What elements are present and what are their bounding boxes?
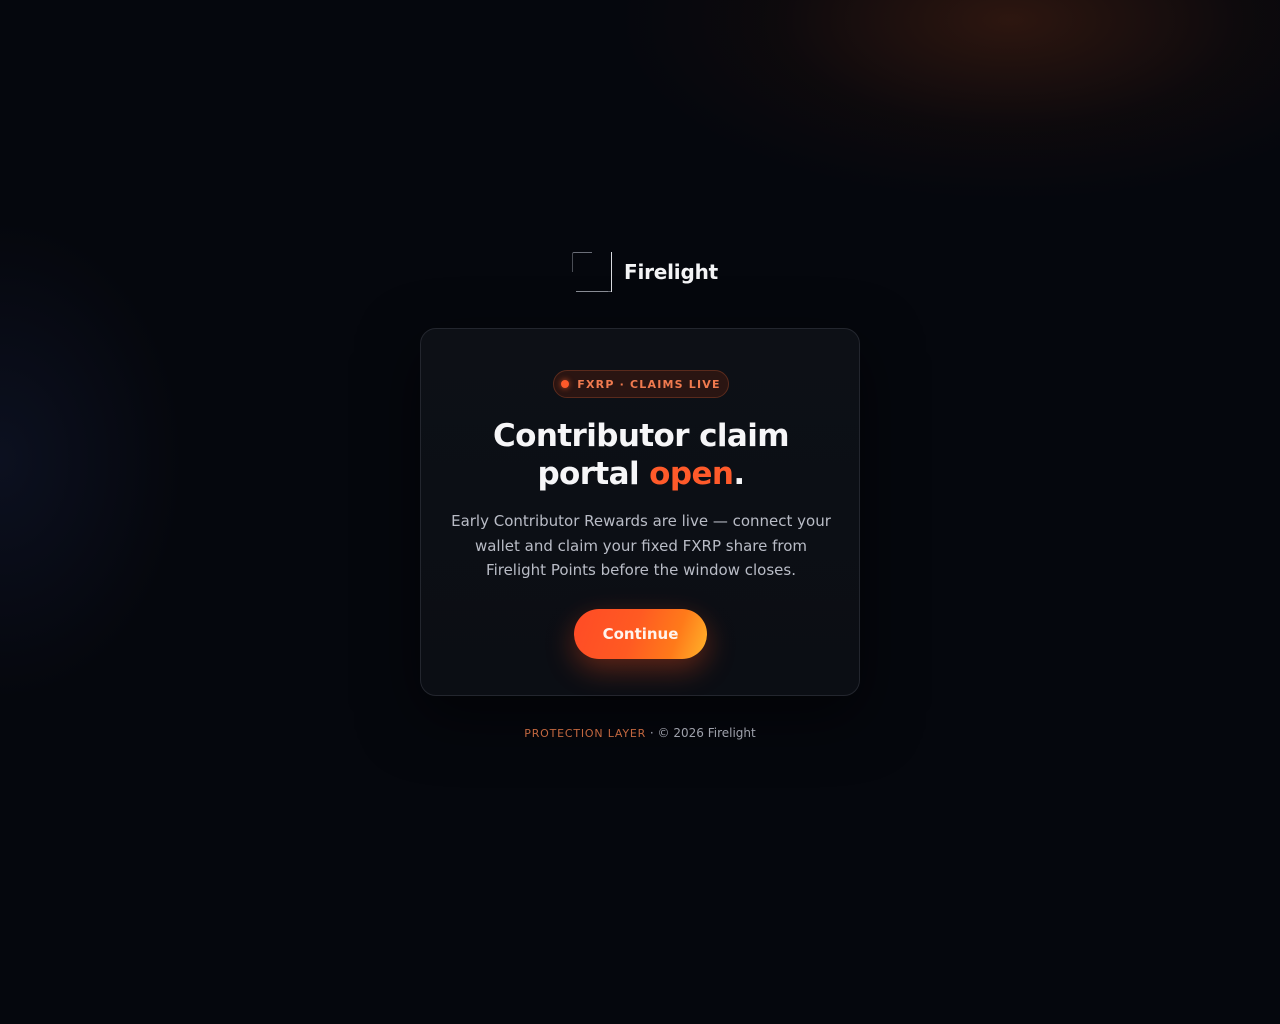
footer-copyright: © 2026 Firelight — [657, 726, 756, 740]
title-accent-word: open — [649, 456, 734, 492]
claim-card: FXRP · CLAIMS LIVE Contributor claim por… — [420, 328, 860, 696]
brand-name: Firelight — [624, 260, 718, 284]
title-line-2-suffix: . — [733, 456, 745, 492]
status-badge: FXRP · CLAIMS LIVE — [553, 370, 729, 398]
footer: PROTECTION LAYER · © 2026 Firelight — [0, 726, 1280, 740]
status-badge-label: FXRP · CLAIMS LIVE — [577, 377, 721, 391]
live-dot-icon — [561, 380, 570, 388]
title-line-2-prefix: portal — [537, 456, 650, 492]
footer-tag: PROTECTION LAYER — [524, 727, 647, 740]
page-title: Contributor claim portal open. — [441, 417, 841, 493]
description-text: Early Contributor Rewards are live — con… — [451, 512, 831, 579]
continue-button-label: Continue — [602, 625, 679, 643]
footer-separator: · — [646, 726, 658, 740]
title-line-1: Contributor claim — [493, 418, 790, 454]
brand-header: Firelight — [572, 252, 718, 292]
bracket-square-icon — [572, 252, 612, 292]
continue-button[interactable]: Continue — [574, 609, 707, 659]
